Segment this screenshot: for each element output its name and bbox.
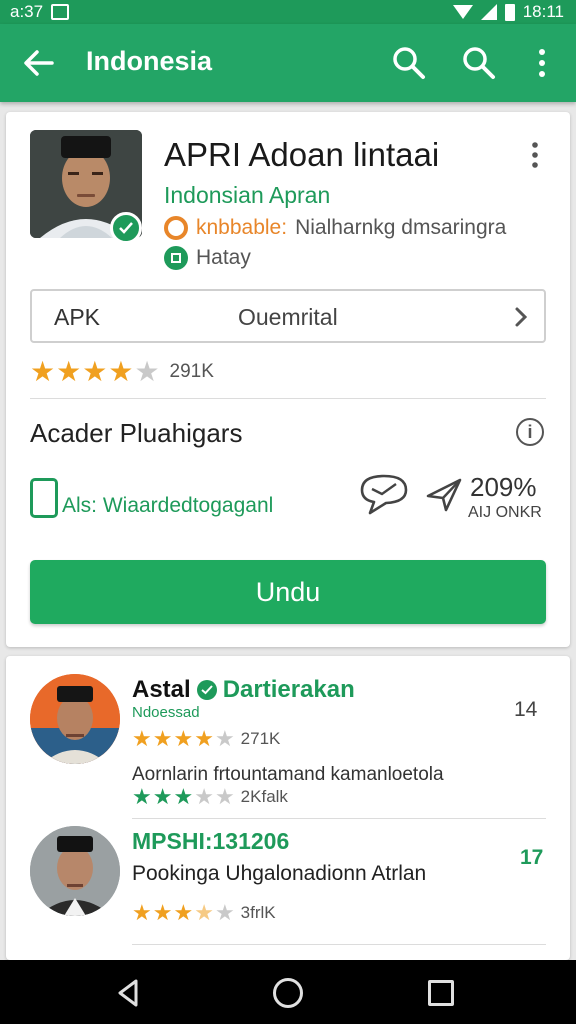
- reviewer-subtitle: Ndoessad: [132, 704, 200, 721]
- meta-tag: knbbable:: [196, 216, 288, 239]
- percent-caption: AIJ ONKR: [468, 504, 542, 521]
- star-icon: ★: [173, 900, 194, 925]
- star-icon: ★: [134, 356, 160, 387]
- divider: [132, 944, 546, 945]
- star-icon: ★: [108, 356, 134, 387]
- info-icon[interactable]: i: [516, 418, 544, 446]
- star-icon: ★: [132, 726, 152, 751]
- system-nav-bar: [0, 960, 576, 1024]
- nav-recents-icon[interactable]: [428, 980, 454, 1006]
- star-icon: ★: [152, 726, 173, 751]
- avatar[interactable]: [30, 674, 120, 764]
- app-name: APRI Adoan lintaai: [164, 136, 440, 173]
- star-icon: ★: [214, 784, 235, 809]
- meta-row: Hatay: [164, 246, 251, 270]
- divider: [30, 398, 546, 399]
- percent-value: 209%: [470, 472, 537, 502]
- star-icon: ★: [194, 726, 214, 751]
- feature-text: Als: Wiaardedtogaganl: [62, 494, 274, 517]
- review-rating-count-2: 2Kfalk: [240, 787, 288, 806]
- star-rating: ★ ★ ★ ★ ★: [132, 902, 235, 924]
- chat-bubble-icon[interactable]: [358, 472, 410, 516]
- status-time-left: a:37: [10, 2, 44, 21]
- review-rating: ★ ★ ★ ★ ★ 271K: [132, 728, 280, 750]
- star-icon: ★: [194, 900, 214, 925]
- status-time-right: 18:11: [522, 2, 564, 21]
- star-icon: ★: [214, 900, 235, 925]
- star-icon: ★: [82, 356, 108, 387]
- signal-icon: [480, 4, 497, 20]
- divider: [132, 818, 546, 819]
- more-vert-icon[interactable]: [532, 46, 552, 80]
- star-icon: ★: [173, 784, 194, 809]
- rating-count: 291K: [169, 361, 214, 382]
- star-rating: ★ ★ ★ ★ ★: [132, 728, 235, 750]
- status-bar: a:37 18:11: [0, 0, 576, 24]
- review-rating-count: 271K: [240, 729, 281, 748]
- phone-icon: [30, 478, 58, 518]
- review-count: 14: [514, 698, 538, 721]
- star-rating: ★ ★ ★ ★ ★: [30, 358, 160, 386]
- reviewer-name: MPSHI:131206: [132, 828, 290, 854]
- battery-icon: [504, 3, 515, 21]
- category-icon: [164, 216, 188, 240]
- avatar[interactable]: [30, 826, 120, 916]
- verified-badge-icon: [110, 212, 142, 244]
- reviewer-badge-text: Dartierakan: [222, 676, 355, 703]
- review-count: 17: [520, 846, 544, 869]
- review-rating-count: 3frlK: [240, 903, 276, 922]
- star-icon: ★: [132, 784, 152, 809]
- chevron-right-icon: [515, 307, 528, 327]
- star-icon: ★: [194, 784, 214, 809]
- wifi-icon: [452, 5, 473, 19]
- photo-notification-icon: [51, 4, 70, 20]
- search-icon[interactable]: [390, 44, 428, 82]
- apk-label: APK: [54, 304, 101, 330]
- developer-name[interactable]: Indonsian Apran: [164, 182, 330, 209]
- nav-back-icon[interactable]: [114, 978, 144, 1008]
- page-title: Indonesia: [86, 46, 213, 76]
- reviewer-name: Astal: [132, 676, 191, 703]
- star-icon: ★: [152, 784, 173, 809]
- star-icon: ★: [30, 356, 56, 387]
- meta-text-2: Hatay: [196, 246, 251, 269]
- star-icon: ★: [173, 726, 194, 751]
- star-rating: ★ ★ ★ ★ ★: [132, 786, 235, 808]
- star-icon: ★: [132, 900, 152, 925]
- app-bar: Indonesia: [0, 24, 576, 102]
- verified-check-icon: [196, 680, 217, 700]
- review-rating: ★ ★ ★ ★ ★ 3frlK: [132, 902, 276, 924]
- meta-text: Nialharnkg dmsaringra: [295, 216, 507, 239]
- nav-home-icon[interactable]: [273, 978, 303, 1008]
- reviews-card: Astal Dartierakan Ndoessad 14 ★ ★ ★ ★ ★ 271K…: [6, 656, 570, 960]
- install-button[interactable]: Undu: [30, 560, 546, 624]
- apk-selector[interactable]: APK Ouemrital: [30, 289, 546, 343]
- send-icon[interactable]: [424, 474, 464, 514]
- rating-row: ★ ★ ★ ★ ★ 291K: [30, 358, 214, 386]
- content-rating-icon: [164, 246, 188, 270]
- star-icon: ★: [152, 900, 173, 925]
- back-arrow-icon[interactable]: [22, 46, 56, 80]
- section-title: Acader Pluahigars: [30, 418, 243, 448]
- star-icon: ★: [214, 726, 235, 751]
- more-vert-icon[interactable]: [528, 140, 542, 170]
- star-icon: ★: [56, 356, 82, 387]
- review-rating-2: ★ ★ ★ ★ ★ 2Kfalk: [132, 786, 288, 808]
- meta-row: knbbable: Nialharnkg dmsaringra: [164, 216, 506, 240]
- review-text: Aornlarin frtountamand kamanloetola: [132, 764, 444, 785]
- review-text: Pookinga Uhgalonadionn Atrlan: [132, 862, 427, 885]
- app-detail-card: APRI Adoan lintaai Indonsian Apran knbba…: [6, 112, 570, 647]
- search-icon[interactable]: [460, 44, 498, 82]
- review-author: Astal Dartierakan: [132, 676, 355, 704]
- apk-value: Ouemrital: [238, 304, 338, 330]
